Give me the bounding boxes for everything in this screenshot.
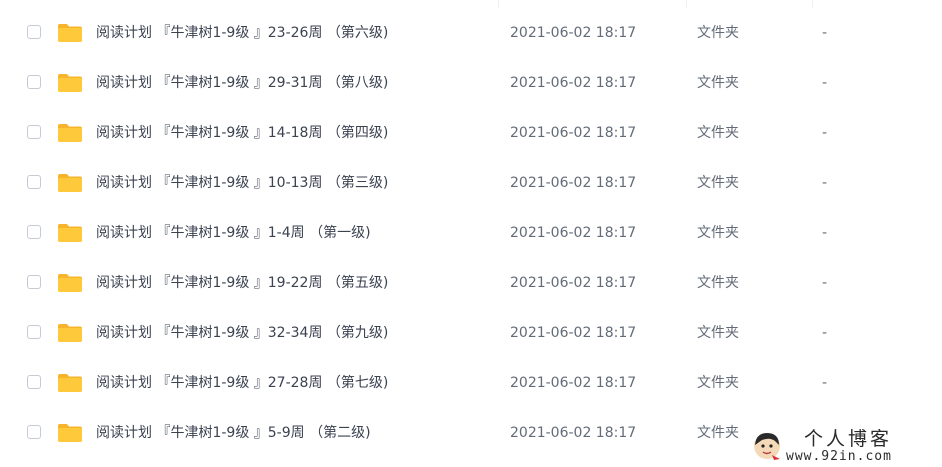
watermark-title: 个人博客: [804, 428, 893, 450]
file-type: 文件夹: [697, 25, 739, 41]
column-divider: [812, 0, 813, 8]
folder-icon: [58, 74, 82, 92]
file-row[interactable]: 阅读计划 『牛津树1-9级 』14-18周 （第四级) 2021-06-02 1…: [0, 108, 942, 158]
modified-date: 2021-06-02 18:17: [510, 275, 637, 291]
file-type: 文件夹: [697, 325, 739, 341]
column-divider: [498, 0, 499, 8]
folder-icon: [58, 124, 82, 142]
folder-icon: [58, 224, 82, 242]
file-size: -: [822, 325, 828, 341]
file-size: -: [822, 25, 828, 41]
file-name[interactable]: 阅读计划 『牛津树1-9级 』14-18周 （第四级): [96, 123, 388, 143]
modified-date: 2021-06-02 18:17: [510, 75, 637, 91]
file-size: -: [822, 375, 828, 391]
row-checkbox[interactable]: [27, 325, 41, 339]
folder-icon: [58, 324, 82, 342]
file-name[interactable]: 阅读计划 『牛津树1-9级 』1-4周 （第一级): [96, 223, 371, 243]
file-type: 文件夹: [697, 175, 739, 191]
file-type: 文件夹: [697, 125, 739, 141]
file-name[interactable]: 阅读计划 『牛津树1-9级 』27-28周 （第七级): [96, 373, 388, 393]
folder-icon: [58, 24, 82, 42]
modified-date: 2021-06-02 18:17: [510, 425, 637, 441]
watermark: 个人博客 www.92in.com: [746, 427, 942, 467]
row-checkbox[interactable]: [27, 275, 41, 289]
file-row[interactable]: 阅读计划 『牛津树1-9级 』1-4周 （第一级) 2021-06-02 18:…: [0, 208, 942, 258]
file-name[interactable]: 阅读计划 『牛津树1-9级 』10-13周 （第三级): [96, 173, 388, 193]
row-checkbox[interactable]: [27, 175, 41, 189]
modified-date: 2021-06-02 18:17: [510, 375, 637, 391]
folder-icon: [58, 424, 82, 442]
watermark-url: www.92in.com: [786, 449, 892, 464]
file-list: 阅读计划 『牛津树1-9级 』23-26周 （第六级) 2021-06-02 1…: [0, 8, 942, 458]
avatar-icon: [754, 433, 780, 460]
file-size: -: [822, 175, 828, 191]
file-size: -: [822, 125, 828, 141]
file-type: 文件夹: [697, 75, 739, 91]
file-name[interactable]: 阅读计划 『牛津树1-9级 』29-31周 （第八级): [96, 73, 388, 93]
modified-date: 2021-06-02 18:17: [510, 25, 637, 41]
file-size: -: [822, 275, 828, 291]
file-name[interactable]: 阅读计划 『牛津树1-9级 』19-22周 （第五级): [96, 273, 388, 293]
folder-icon: [58, 174, 82, 192]
folder-icon: [58, 374, 82, 392]
file-name[interactable]: 阅读计划 『牛津树1-9级 』5-9周 （第二级): [96, 423, 371, 443]
file-size: -: [822, 225, 828, 241]
file-type: 文件夹: [697, 375, 739, 391]
row-checkbox[interactable]: [27, 125, 41, 139]
file-row[interactable]: 阅读计划 『牛津树1-9级 』27-28周 （第七级) 2021-06-02 1…: [0, 358, 942, 408]
row-checkbox[interactable]: [27, 75, 41, 89]
row-checkbox[interactable]: [27, 375, 41, 389]
file-size: -: [822, 75, 828, 91]
file-row[interactable]: 阅读计划 『牛津树1-9级 』29-31周 （第八级) 2021-06-02 1…: [0, 58, 942, 108]
file-type: 文件夹: [697, 225, 739, 241]
column-divider: [686, 0, 687, 8]
file-row[interactable]: 阅读计划 『牛津树1-9级 』10-13周 （第三级) 2021-06-02 1…: [0, 158, 942, 208]
modified-date: 2021-06-02 18:17: [510, 125, 637, 141]
folder-icon: [58, 274, 82, 292]
row-checkbox[interactable]: [27, 425, 41, 439]
file-name[interactable]: 阅读计划 『牛津树1-9级 』23-26周 （第六级): [96, 23, 388, 43]
file-row[interactable]: 阅读计划 『牛津树1-9级 』23-26周 （第六级) 2021-06-02 1…: [0, 8, 942, 58]
row-checkbox[interactable]: [27, 25, 41, 39]
file-name[interactable]: 阅读计划 『牛津树1-9级 』32-34周 （第九级): [96, 323, 388, 343]
row-checkbox[interactable]: [27, 225, 41, 239]
modified-date: 2021-06-02 18:17: [510, 325, 637, 341]
file-row[interactable]: 阅读计划 『牛津树1-9级 』19-22周 （第五级) 2021-06-02 1…: [0, 258, 942, 308]
file-row[interactable]: 阅读计划 『牛津树1-9级 』32-34周 （第九级) 2021-06-02 1…: [0, 308, 942, 358]
file-type: 文件夹: [697, 425, 739, 441]
modified-date: 2021-06-02 18:17: [510, 175, 637, 191]
modified-date: 2021-06-02 18:17: [510, 225, 637, 241]
file-type: 文件夹: [697, 275, 739, 291]
